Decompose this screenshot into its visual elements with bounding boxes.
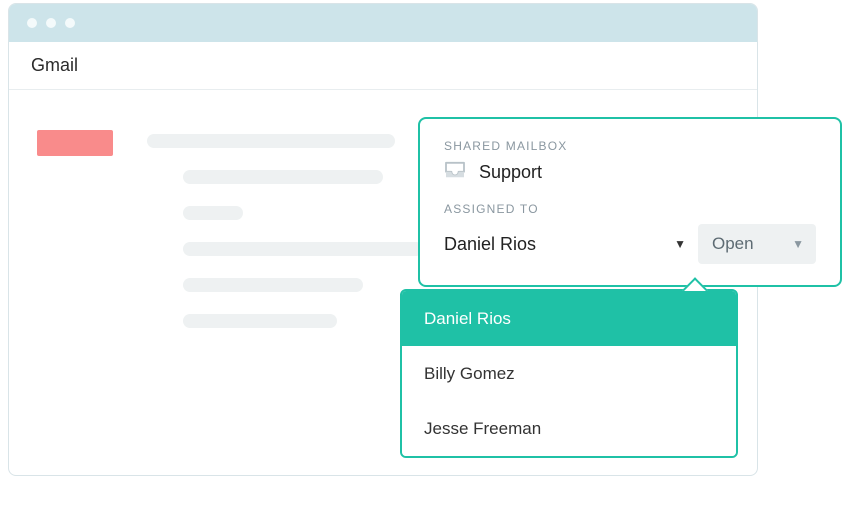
- app-header: Gmail: [9, 42, 757, 90]
- placeholder-line: [147, 134, 395, 148]
- mailbox-name: Support: [479, 162, 542, 183]
- inbox-icon: [444, 161, 466, 184]
- assignee-option[interactable]: Jesse Freeman: [402, 401, 736, 456]
- window-titlebar: [9, 4, 757, 42]
- shared-mailbox-panel: SHARED MAILBOX Support ASSIGNED TO Danie…: [418, 117, 842, 287]
- assignee-dropdown-menu: Daniel Rios Billy Gomez Jesse Freeman: [400, 289, 738, 458]
- caret-down-icon: ▼: [792, 237, 804, 251]
- status-selected-value: Open: [712, 234, 754, 254]
- mailbox-section-label: SHARED MAILBOX: [444, 139, 816, 153]
- assignee-selected-value: Daniel Rios: [444, 234, 536, 255]
- window-control-dot[interactable]: [46, 18, 56, 28]
- assignee-option-label: Jesse Freeman: [424, 419, 541, 439]
- placeholder-line: [183, 278, 363, 292]
- placeholder-line: [183, 170, 383, 184]
- app-title: Gmail: [31, 55, 78, 76]
- mailbox-row: Support: [444, 161, 816, 184]
- assignee-option-label: Billy Gomez: [424, 364, 515, 384]
- assignee-option[interactable]: Billy Gomez: [402, 346, 736, 401]
- status-dropdown-trigger[interactable]: Open ▼: [698, 224, 816, 264]
- assignee-dropdown-trigger[interactable]: Daniel Rios ▼: [444, 226, 686, 262]
- window-control-dot[interactable]: [27, 18, 37, 28]
- window-control-dot[interactable]: [65, 18, 75, 28]
- placeholder-line: [183, 206, 243, 220]
- placeholder-line: [183, 242, 423, 256]
- assigned-section-label: ASSIGNED TO: [444, 202, 816, 216]
- assignee-option[interactable]: Daniel Rios: [402, 291, 736, 346]
- label-chip: [37, 130, 113, 156]
- caret-down-icon: ▼: [674, 237, 686, 251]
- assignee-option-label: Daniel Rios: [424, 309, 511, 329]
- placeholder-line: [183, 314, 337, 328]
- assign-row: Daniel Rios ▼ Open ▼: [444, 224, 816, 264]
